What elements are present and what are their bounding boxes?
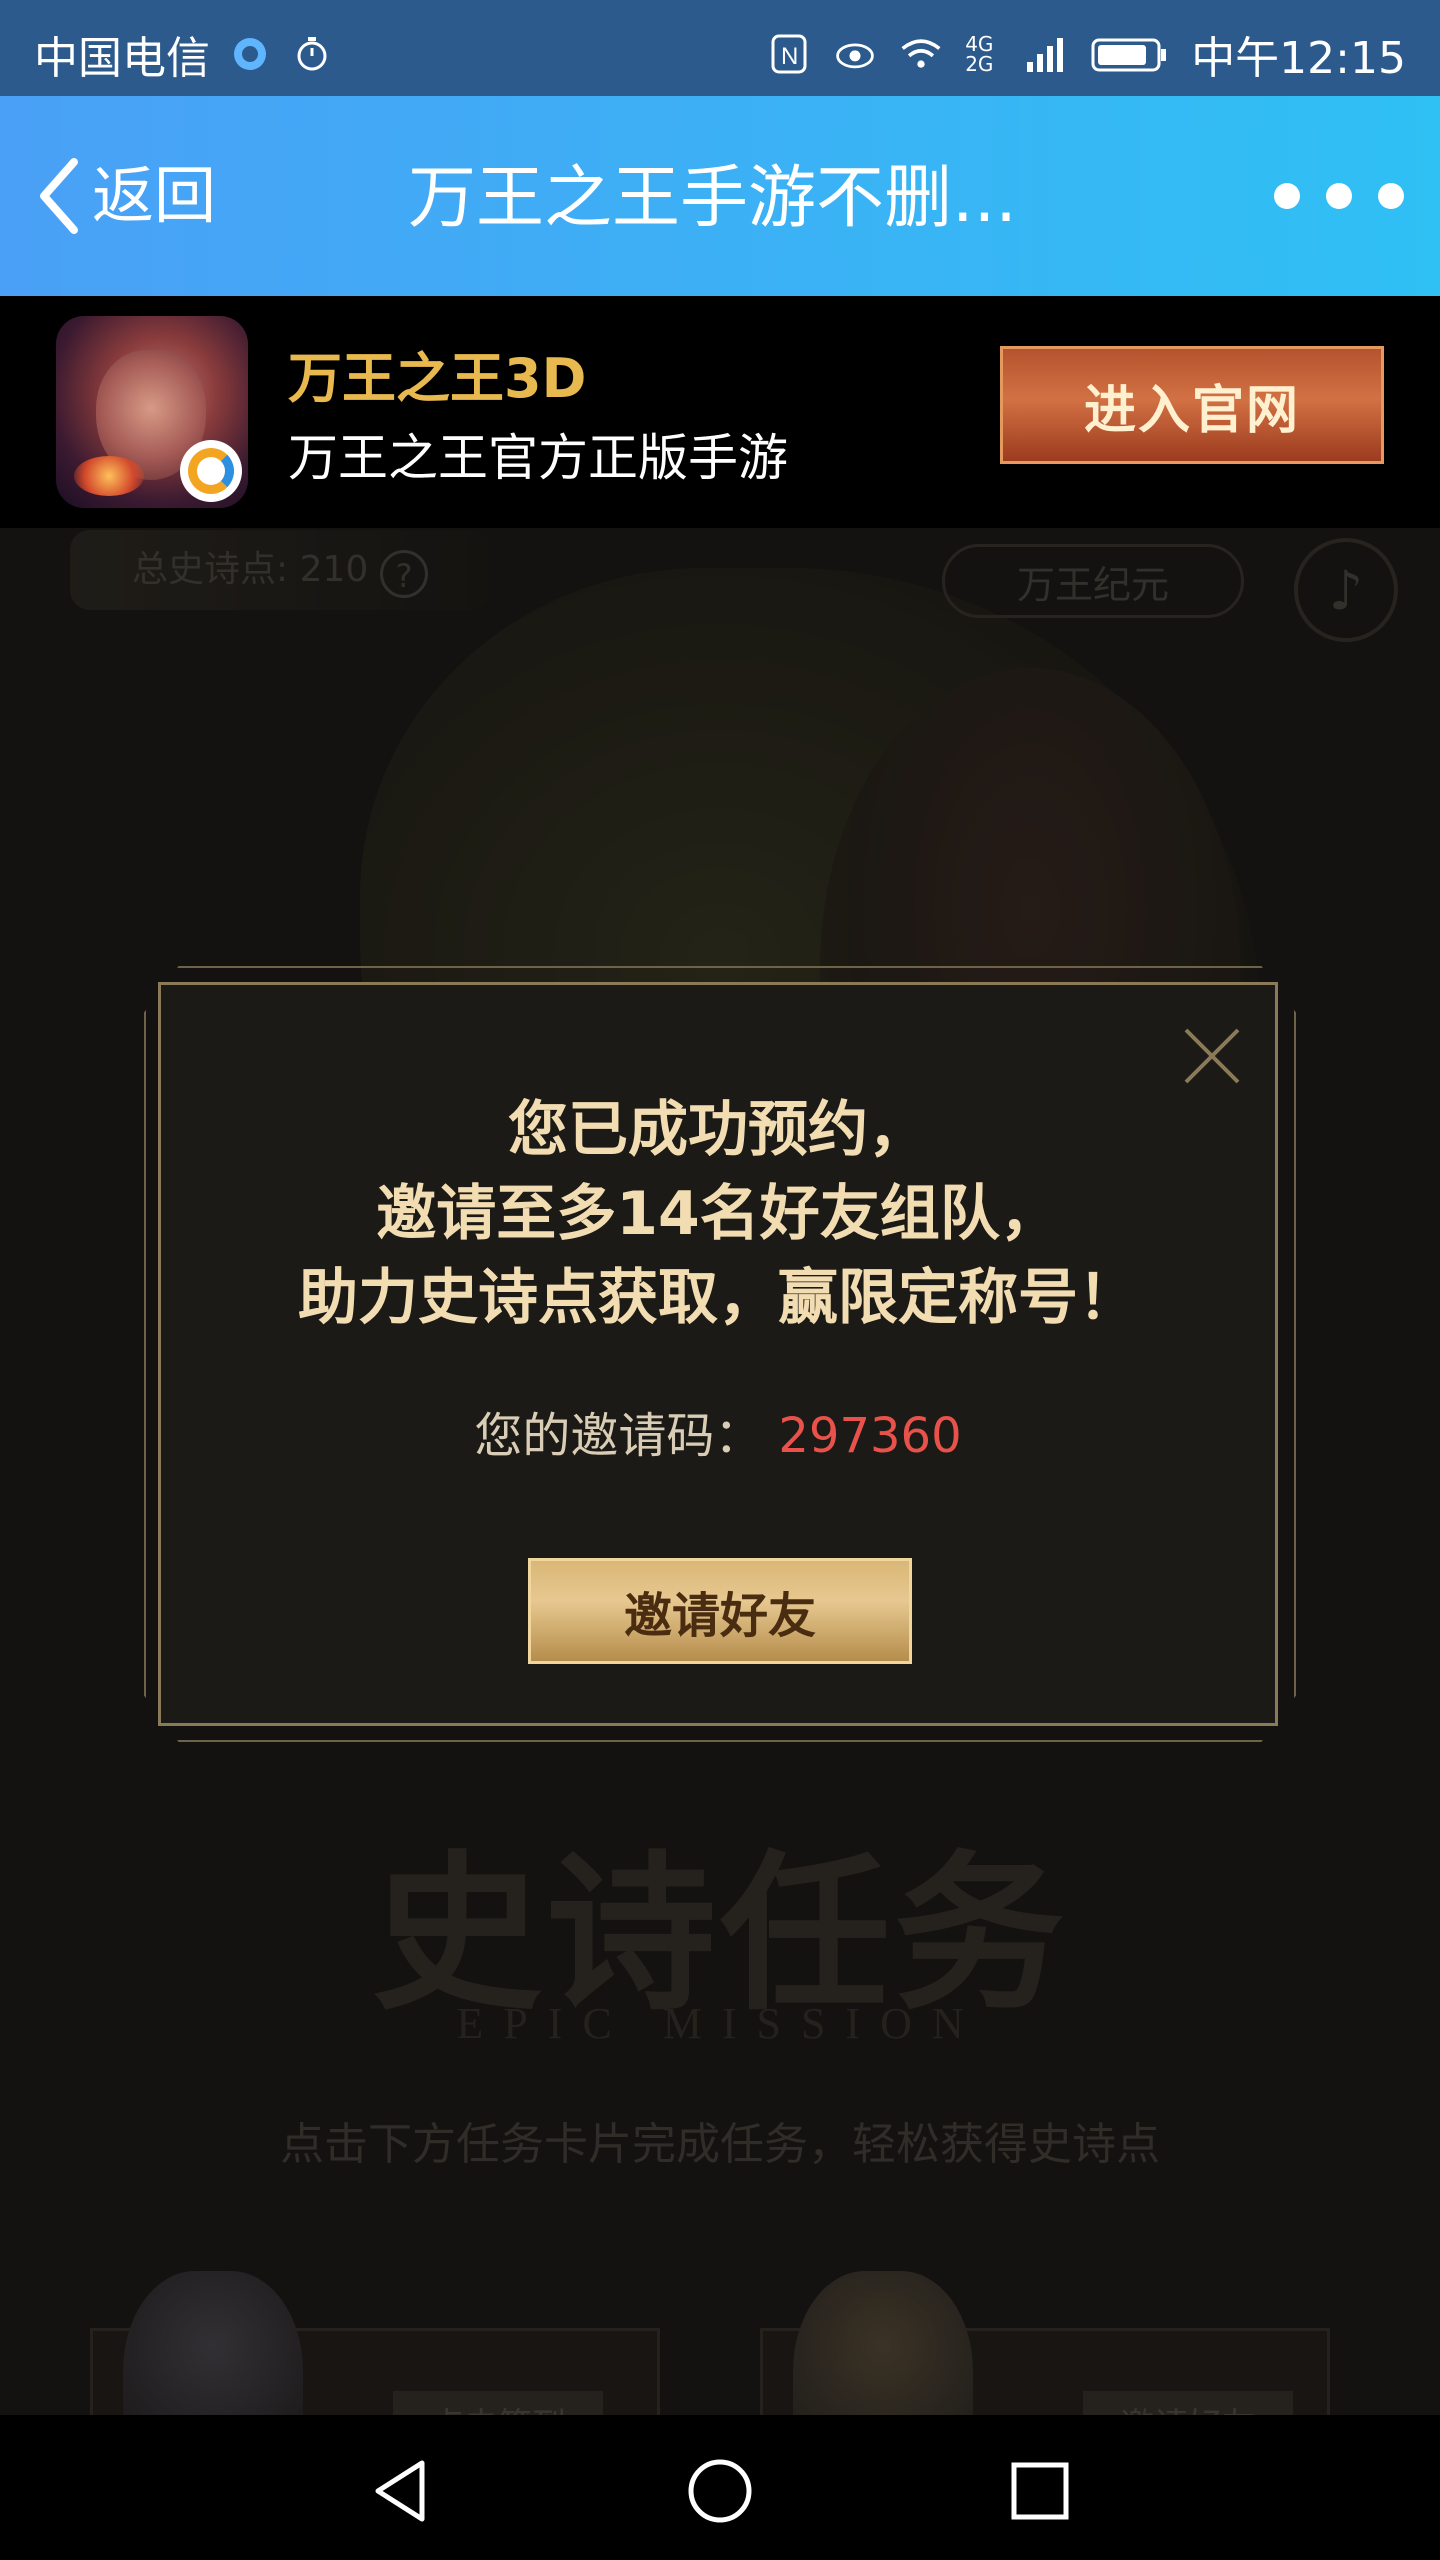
qq-browser-icon <box>228 32 272 76</box>
nfc-icon: N <box>767 32 811 76</box>
status-right: N 4G 2G 中午12:15 <box>767 22 1406 86</box>
more-button[interactable] <box>1274 176 1404 216</box>
invite-code-row: 您的邀请码： 297360 <box>158 1396 1278 1466</box>
status-left: 中国电信 <box>34 22 334 86</box>
dialog-line-1: 您已成功预约， <box>508 1095 928 1165</box>
svg-text:N: N <box>781 43 798 70</box>
page-title: 万王之王手游不删... <box>408 159 1017 238</box>
dialog-line-3: 助力史诗点获取，赢限定称号！ <box>298 1263 1138 1333</box>
navigation-bar: 返回 万王之王手游不删... <box>0 96 1440 296</box>
tencent-games-logo-icon <box>180 440 242 502</box>
back-triangle-icon[interactable] <box>364 2455 436 2527</box>
app-banner: 万王之王3D 万王之王官方正版手游 进入官网 <box>0 296 1440 528</box>
signal-icon <box>1023 32 1067 76</box>
chevron-left-icon <box>40 158 78 234</box>
recent-apps-icon[interactable] <box>1004 2455 1076 2527</box>
network-type-label: 4G 2G <box>965 32 994 76</box>
home-circle-icon[interactable] <box>684 2455 756 2527</box>
wifi-icon <box>899 32 943 76</box>
invite-code-value: 297360 <box>778 1408 962 1464</box>
clock: 中午12:15 <box>1191 33 1406 84</box>
app-description: 万王之王官方正版手游 <box>288 429 788 487</box>
app-name: 万王之王3D <box>288 347 587 410</box>
back-label: 返回 <box>92 159 217 232</box>
status-bar: 中国电信 N 4G 2G 中午12:15 <box>0 0 1440 96</box>
back-button[interactable]: 返回 <box>30 148 216 244</box>
app-icon[interactable] <box>56 316 248 508</box>
invite-friends-button[interactable]: 邀请好友 <box>528 1558 912 1664</box>
dialog-line-2: 邀请至多14名好友组队， <box>376 1179 1060 1249</box>
carrier-label: 中国电信 <box>34 33 210 84</box>
more-dots-icon <box>1274 183 1300 209</box>
enter-official-site-button[interactable]: 进入官网 <box>1000 346 1384 464</box>
system-navigation-bar <box>0 2415 1440 2560</box>
timer-icon <box>290 32 334 76</box>
close-icon[interactable] <box>1180 1024 1244 1088</box>
battery-icon <box>1089 32 1169 76</box>
invite-code-label: 您的邀请码： <box>474 1408 763 1464</box>
eye-comfort-icon <box>833 32 877 76</box>
